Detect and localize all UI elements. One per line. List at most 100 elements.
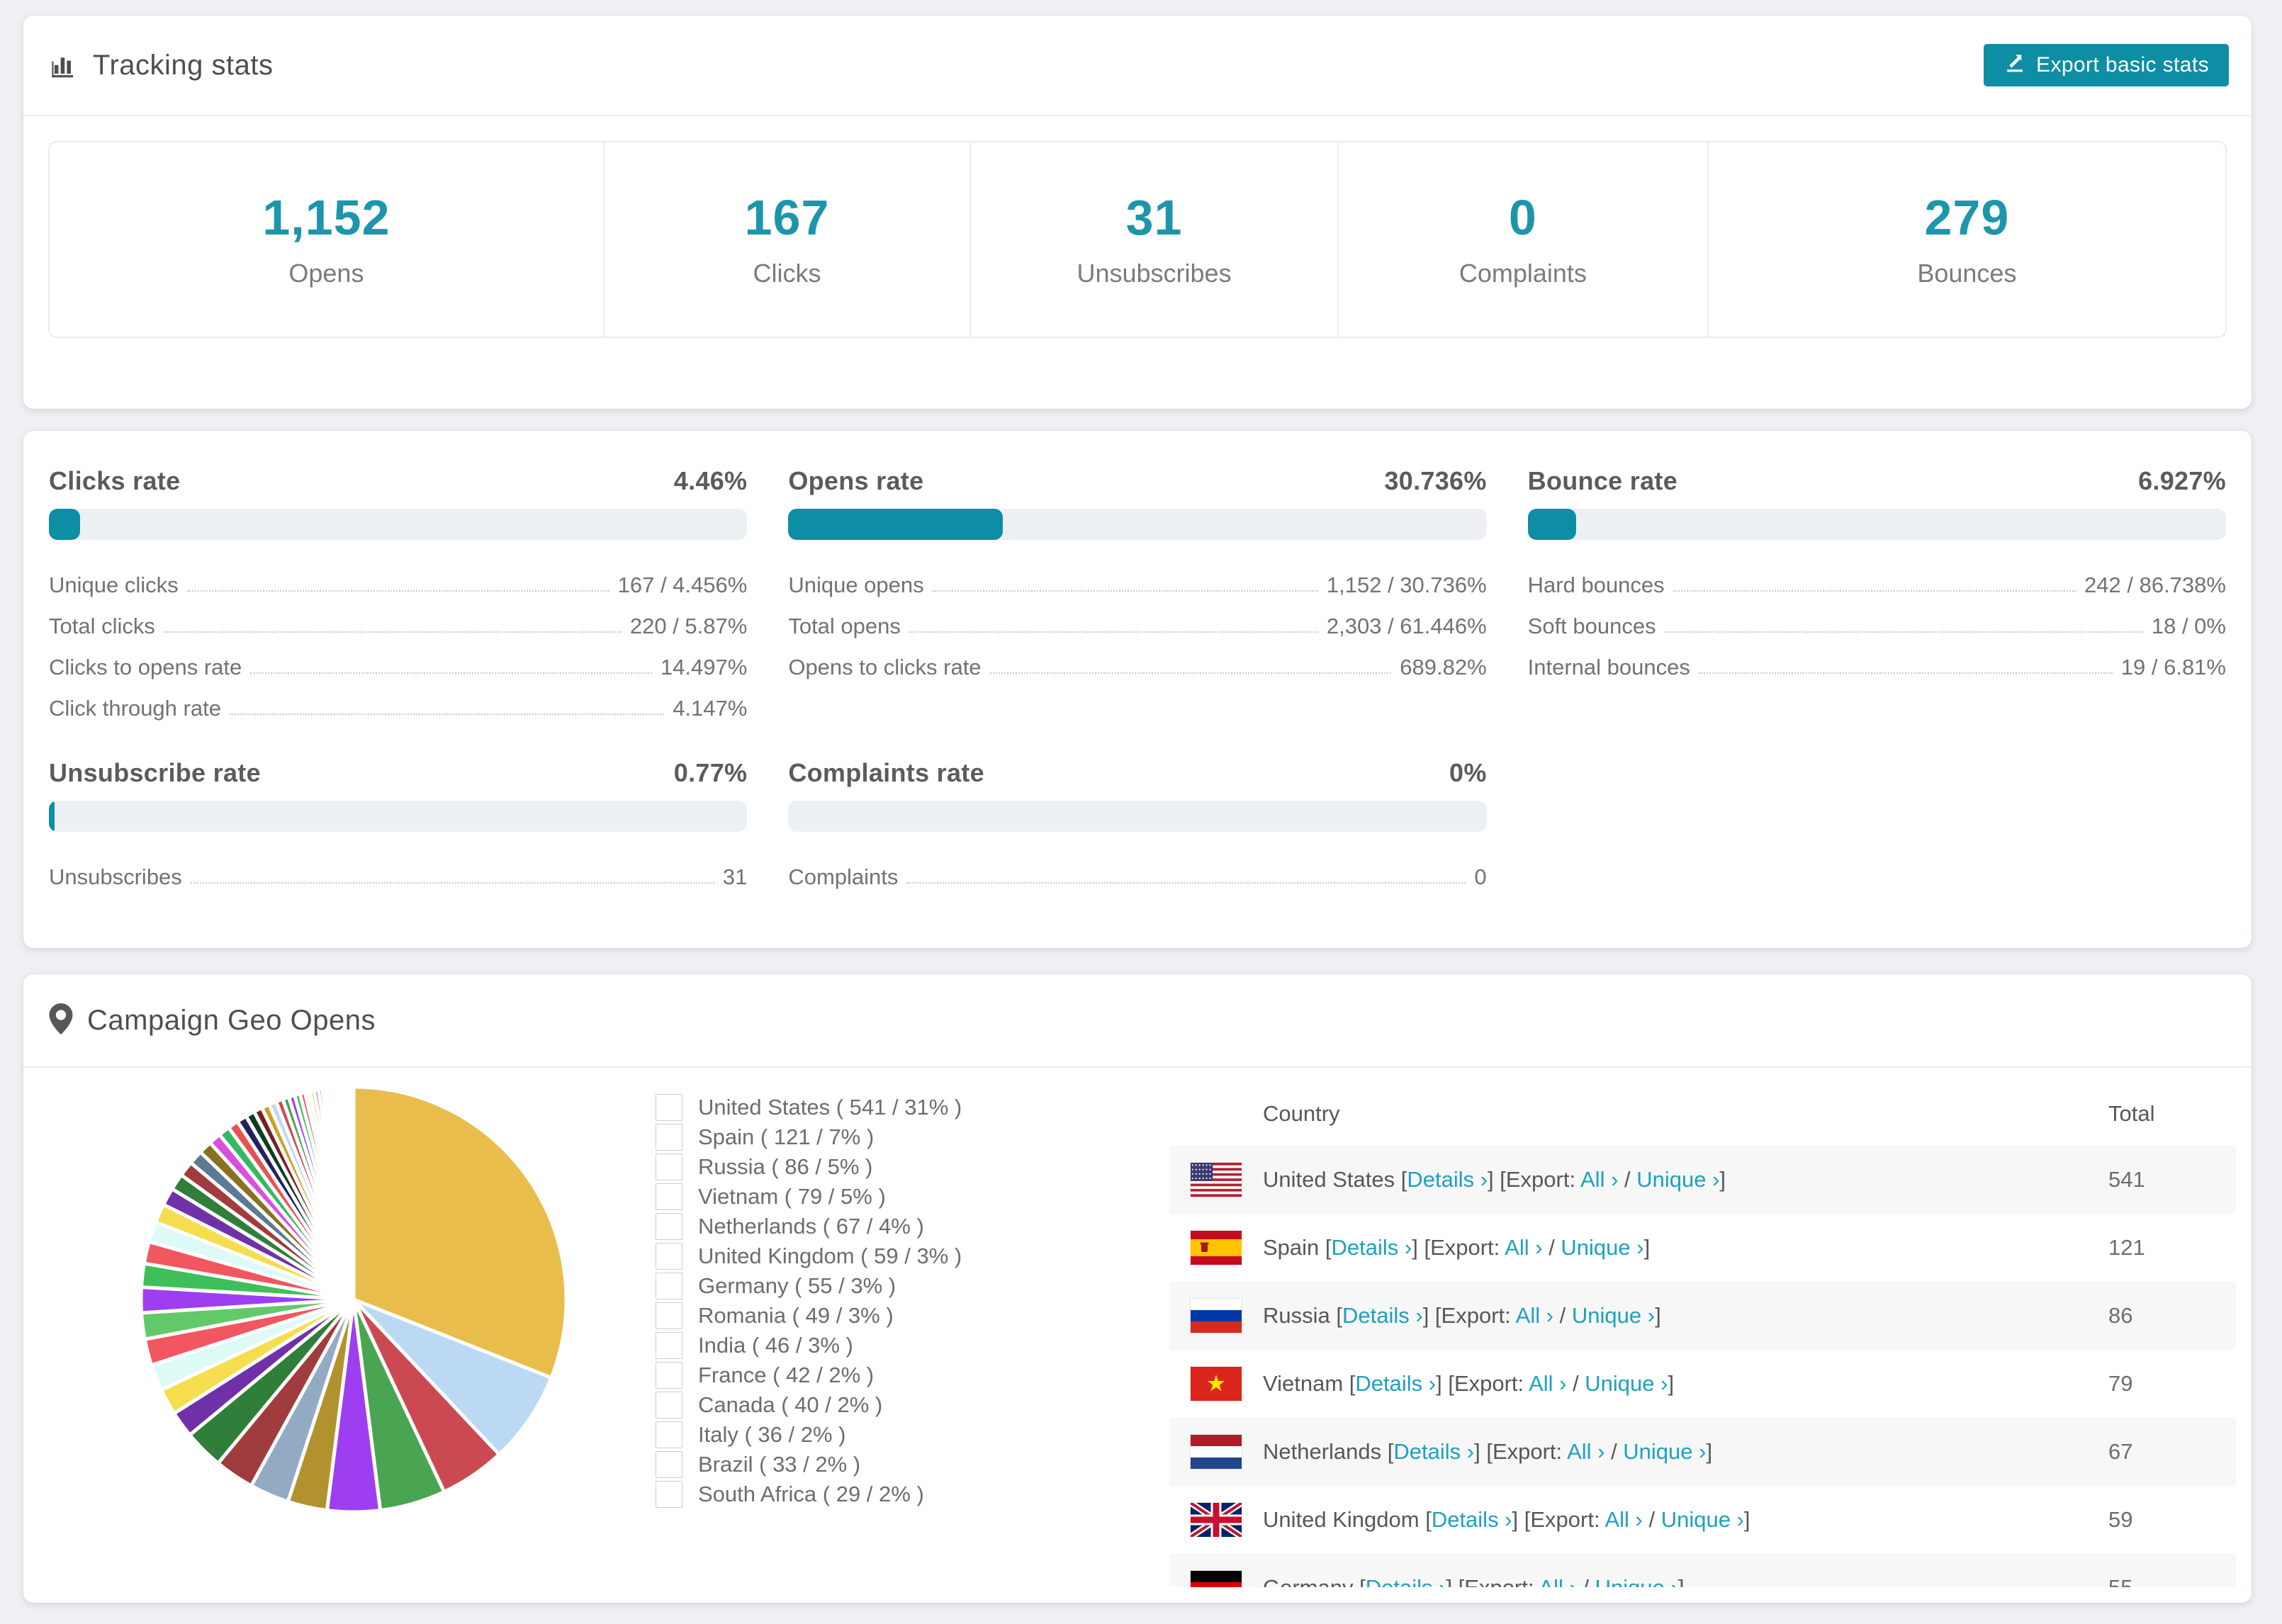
legend-label: Russia ( 86 / 5% ) xyxy=(698,1154,873,1179)
rate-value: 4.46% xyxy=(673,466,748,495)
export-unique-link[interactable]: Unique › xyxy=(1623,1439,1706,1464)
rate-row-label: Total opens xyxy=(788,614,901,639)
progress-bar-clicks-rate xyxy=(49,509,748,540)
legend-swatch xyxy=(656,1183,682,1210)
legend-label: France ( 42 / 2% ) xyxy=(698,1363,875,1387)
stat-label: Unsubscribes xyxy=(1077,259,1232,288)
bracket: [ xyxy=(1336,1303,1342,1328)
country-name: Netherlands xyxy=(1263,1439,1388,1464)
dotted-leader xyxy=(163,631,622,633)
flag-de-icon xyxy=(1191,1571,1242,1587)
rate-head: Clicks rate 4.46% xyxy=(49,466,747,497)
legend-swatch xyxy=(656,1362,682,1389)
export-unique-link[interactable]: Unique › xyxy=(1561,1235,1643,1260)
legend-item-united-states: United States ( 541 / 31% ) xyxy=(656,1093,962,1122)
country-name: Russia xyxy=(1263,1303,1337,1328)
pie-legend: United States ( 541 / 31% ) Spain ( 121 /… xyxy=(656,1093,962,1509)
export-all-link[interactable]: All › xyxy=(1580,1167,1618,1192)
table-row-nl: Netherlands [Details ›] [Export: All › /… xyxy=(1169,1418,2236,1486)
table-row-vn: Vietnam [Details ›] [Export: All › / Uni… xyxy=(1169,1350,2236,1418)
dotted-leader xyxy=(906,882,1466,884)
rate-row-value: 0 xyxy=(1474,864,1487,890)
dotted-leader xyxy=(190,882,714,884)
geo-table-body: United States [Details ›] [Export: All ›… xyxy=(1169,1146,2236,1587)
details-link[interactable]: Details › xyxy=(1366,1575,1446,1587)
legend-label: United States ( 541 / 31% ) xyxy=(698,1095,962,1120)
rate-title: Clicks rate xyxy=(49,466,181,495)
export-all-link[interactable]: All › xyxy=(1529,1371,1566,1396)
legend-swatch xyxy=(656,1332,682,1359)
stat-complaints: 0 Complaints xyxy=(1339,142,1709,337)
stat-opens: 1,152 Opens xyxy=(50,142,605,337)
export-text: ] [Export: xyxy=(1412,1235,1505,1260)
rate-row-label: Total clicks xyxy=(49,614,155,639)
details-link[interactable]: Details › xyxy=(1407,1167,1488,1192)
rate-row: Total clicks 220 / 5.87% xyxy=(49,598,747,639)
rate-row-value: 2,303 / 61.446% xyxy=(1326,614,1487,639)
legend-item-united-kingdom: United Kingdom ( 59 / 3% ) xyxy=(656,1241,962,1271)
export-unique-link[interactable]: Unique › xyxy=(1585,1371,1668,1396)
rate-row-value: 167 / 4.456% xyxy=(617,573,748,598)
geo-table-header: Country Total xyxy=(1169,1082,2236,1146)
bracket: [ xyxy=(1425,1507,1432,1532)
rate-row-value: 242 / 86.738% xyxy=(2084,573,2226,598)
export-text: ] [Export: xyxy=(1446,1575,1539,1587)
bracket: ] xyxy=(1643,1235,1651,1260)
rate-row: Clicks to opens rate 14.497% xyxy=(49,639,747,680)
bracket: ] xyxy=(1743,1507,1750,1532)
rate-head: Opens rate 30.736% xyxy=(788,466,1486,497)
rate-row: Complaints 0 xyxy=(788,849,1486,890)
legend-swatch xyxy=(656,1392,682,1419)
rate-row-label: Unique opens xyxy=(788,573,924,598)
export-basic-stats-button[interactable]: Export basic stats xyxy=(1984,44,2229,86)
rate-rows: Complaints 0 xyxy=(788,849,1486,890)
dashboard-page: { "page": { "background": "#eef0f3", "ac… xyxy=(0,0,2282,1624)
rate-head: Unsubscribe rate 0.77% xyxy=(49,758,747,789)
stat-label: Opens xyxy=(288,259,364,288)
legend-item-france: France ( 42 / 2% ) xyxy=(656,1360,962,1390)
details-link[interactable]: Details › xyxy=(1393,1439,1474,1464)
header-divider xyxy=(23,115,2252,116)
details-link[interactable]: Details › xyxy=(1332,1235,1412,1260)
export-unique-link[interactable]: Unique › xyxy=(1661,1507,1744,1532)
export-text: ] [Export: xyxy=(1512,1507,1605,1532)
country-name: Spain xyxy=(1263,1235,1325,1260)
export-unique-link[interactable]: Unique › xyxy=(1595,1575,1678,1587)
separator: / xyxy=(1604,1439,1624,1464)
rate-row-label: Hard bounces xyxy=(1527,573,1665,598)
rate-row-label: Unique clicks xyxy=(49,573,179,598)
details-link[interactable]: Details › xyxy=(1355,1371,1436,1396)
export-text: ] [Export: xyxy=(1422,1303,1516,1328)
country-name: United Kingdom xyxy=(1263,1507,1426,1532)
rate-row-value: 18 / 0% xyxy=(2151,614,2226,639)
export-unique-link[interactable]: Unique › xyxy=(1636,1167,1719,1192)
rate-row-label: Soft bounces xyxy=(1527,614,1656,639)
pie-slice-53 xyxy=(350,1085,356,1302)
export-unique-link[interactable]: Unique › xyxy=(1572,1303,1655,1328)
legend-swatch xyxy=(656,1124,682,1151)
rate-row-value: 220 / 5.87% xyxy=(629,614,748,639)
export-all-link[interactable]: All › xyxy=(1604,1507,1642,1532)
export-icon xyxy=(2003,51,2026,79)
export-all-link[interactable]: All › xyxy=(1539,1575,1576,1587)
legend-item-romania: Romania ( 49 / 3% ) xyxy=(656,1301,962,1331)
country-cell: Vietnam [Details ›] [Export: All › / Uni… xyxy=(1263,1371,2108,1397)
rate-row-value: 31 xyxy=(722,864,748,890)
page-title: Tracking stats xyxy=(93,49,274,81)
export-all-link[interactable]: All › xyxy=(1567,1439,1604,1464)
export-button-label: Export basic stats xyxy=(2036,53,2209,77)
dotted-leader xyxy=(186,590,609,592)
legend-swatch xyxy=(656,1302,682,1329)
dotted-leader xyxy=(1664,631,2143,633)
details-link[interactable]: Details › xyxy=(1342,1303,1423,1328)
rate-row-label: Unsubscribes xyxy=(49,864,182,890)
rate-head: Complaints rate 0% xyxy=(788,758,1486,789)
rate-value: 0.77% xyxy=(673,758,748,787)
details-link[interactable]: Details › xyxy=(1432,1507,1512,1532)
progress-bar-unsubscribe-rate xyxy=(49,801,748,832)
geo-divider xyxy=(23,1066,2252,1068)
progress-fill xyxy=(1527,509,1576,540)
export-all-link[interactable]: All › xyxy=(1505,1235,1542,1260)
export-all-link[interactable]: All › xyxy=(1516,1303,1553,1328)
separator: / xyxy=(1642,1507,1661,1532)
